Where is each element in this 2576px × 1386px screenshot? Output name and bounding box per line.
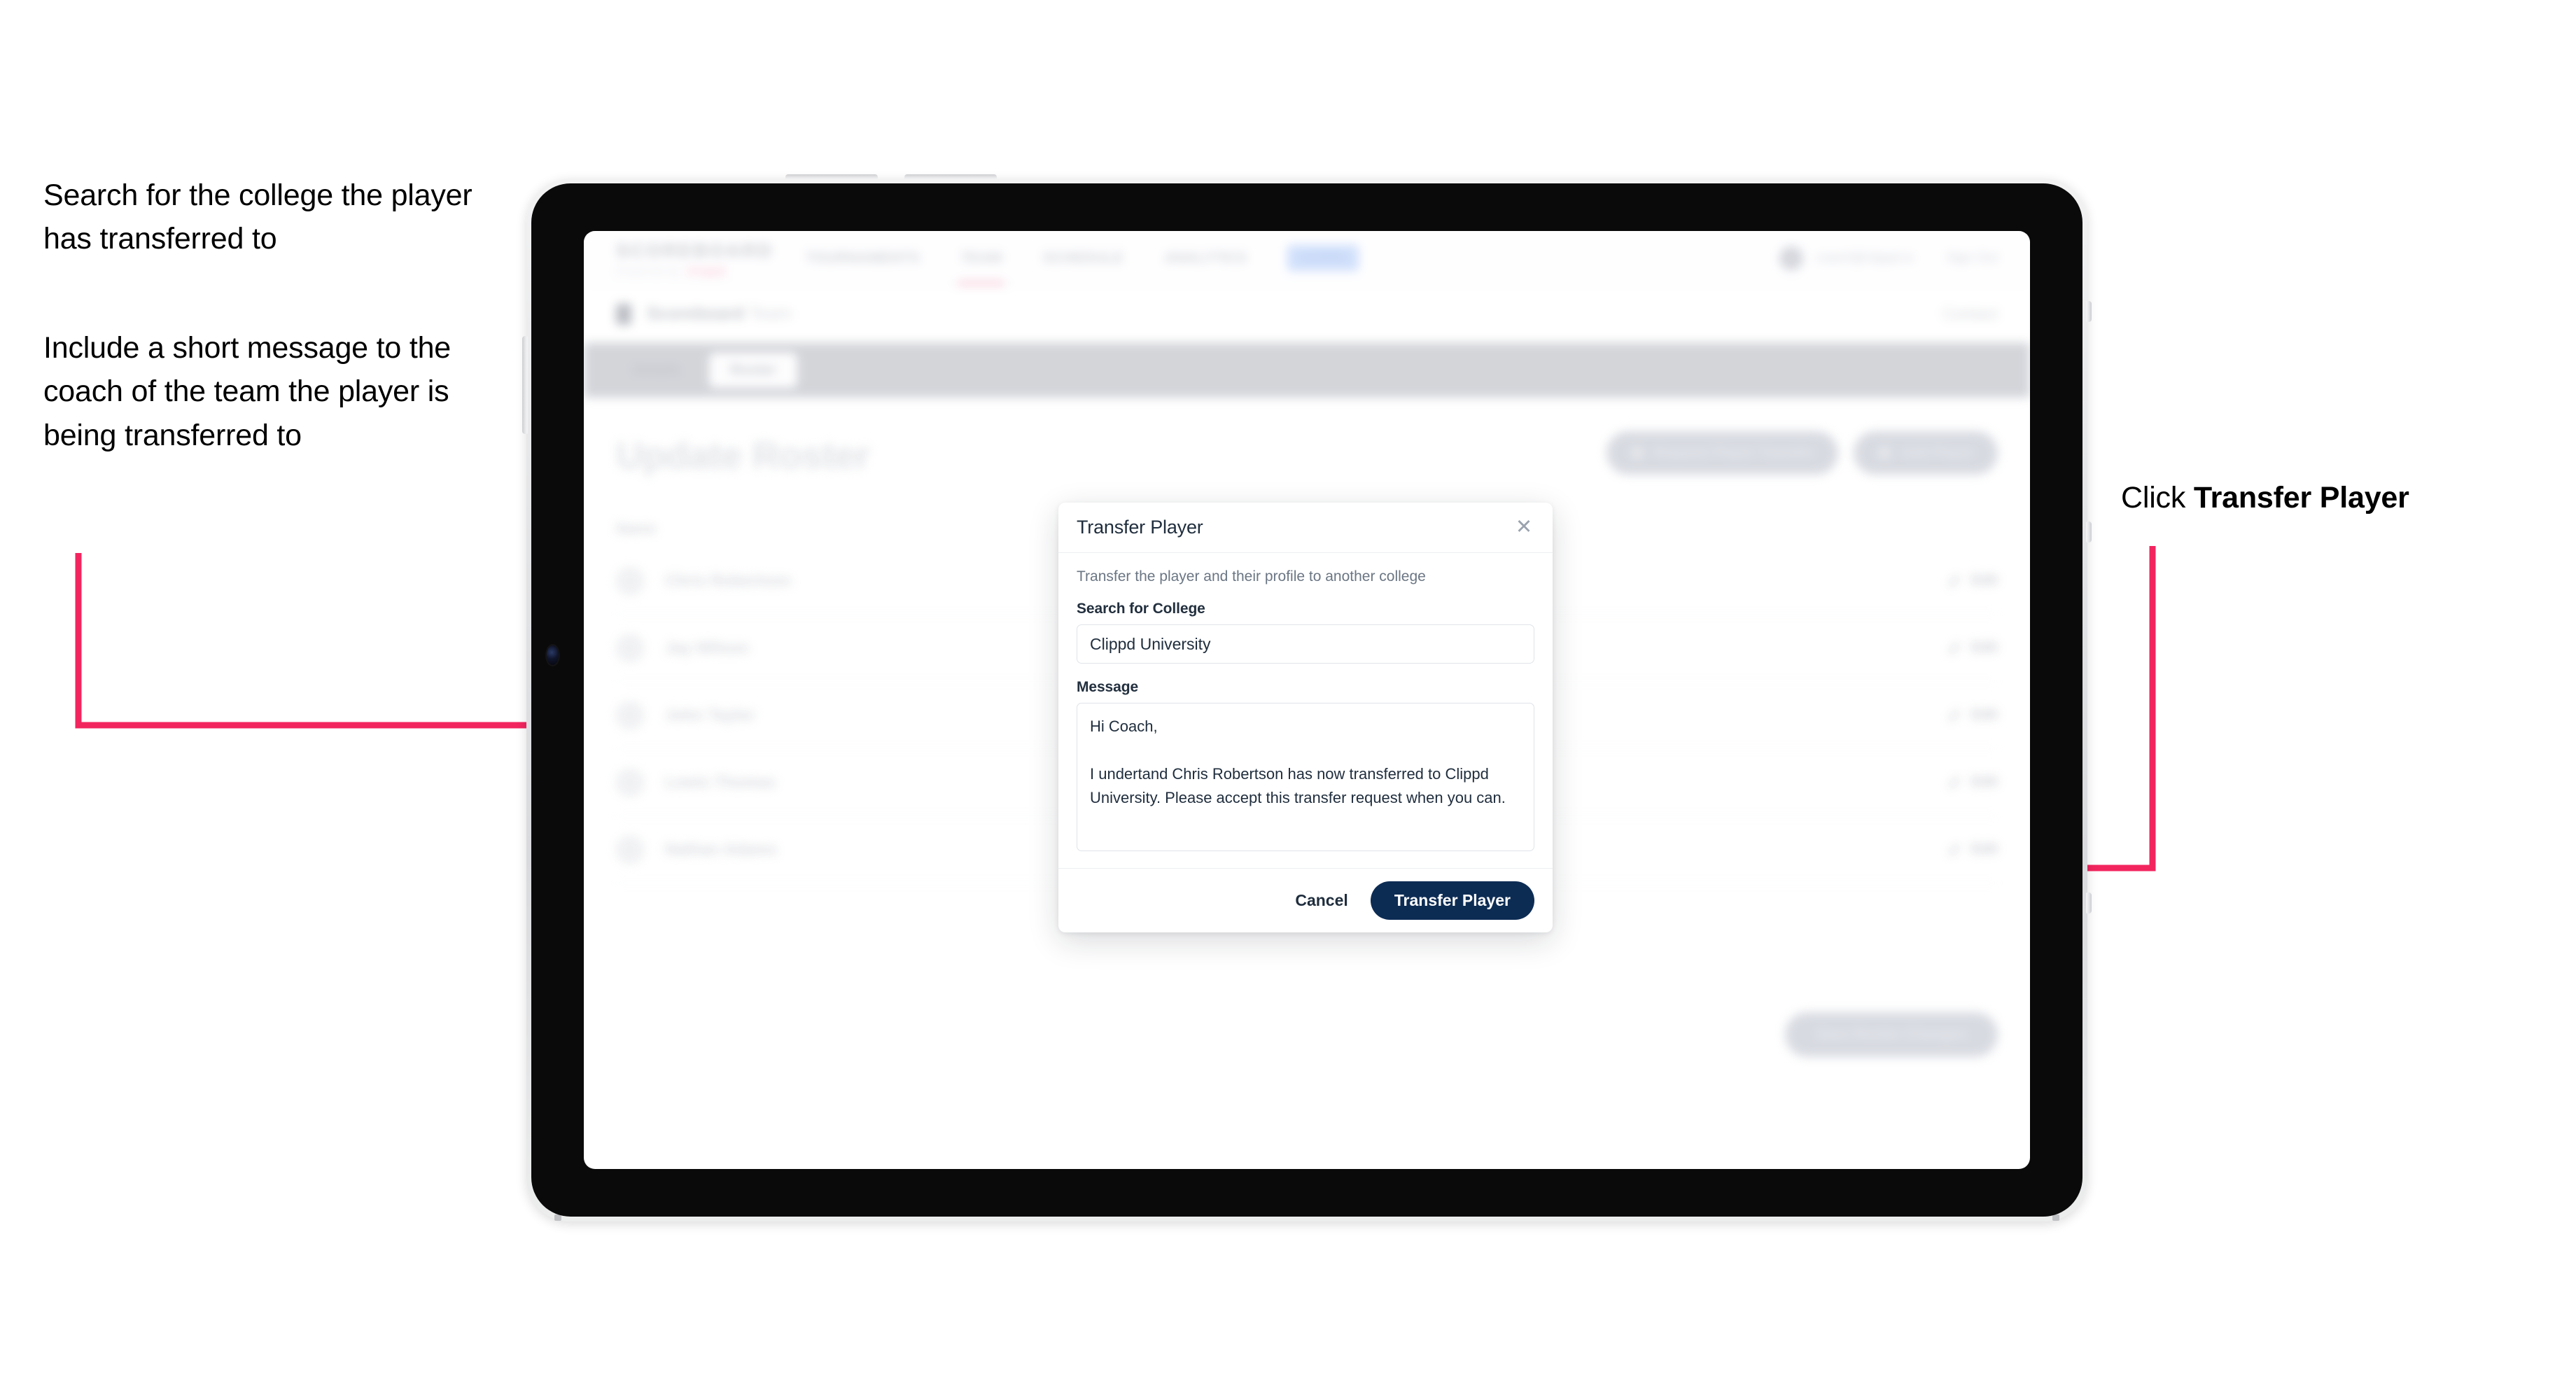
search-college-input[interactable]: Clippd University: [1077, 624, 1534, 664]
dialog-body: Transfer the player and their profile to…: [1058, 553, 1553, 868]
side-button-low[interactable]: [2086, 892, 2092, 913]
front-camera-icon: [547, 645, 559, 665]
volume-down-button[interactable]: [904, 174, 997, 180]
add-player-label: Add Player: [1900, 444, 1974, 461]
edit-button[interactable]: Edit: [1947, 573, 1998, 589]
annotation-right-prefix: Click: [2121, 481, 2194, 514]
pencil-icon: [1949, 709, 1961, 721]
edit-button[interactable]: Edit: [1947, 841, 1998, 858]
dialog-footer: Cancel Transfer Player: [1058, 868, 1553, 932]
avatar: [616, 566, 644, 595]
volume-up-button[interactable]: [785, 174, 878, 180]
plus-icon: [1877, 446, 1891, 460]
transfer-player-dialog: Transfer Player ✕ Transfer the player an…: [1058, 503, 1553, 932]
annotation-right-bold: Transfer Player: [2193, 481, 2409, 514]
avatar: [616, 701, 644, 729]
nav-item-tournaments[interactable]: TOURNAMENTS: [806, 250, 920, 267]
edit-label: Edit: [1971, 640, 1998, 655]
edit-label: Edit: [1971, 707, 1998, 722]
annotation-search-college: Search for the college the player has tr…: [43, 178, 472, 256]
message-textarea[interactable]: Hi Coach, I undertand Chris Robertson ha…: [1077, 703, 1534, 851]
main-nav: TOURNAMENTS TEAM SCHEDULE ANALYTICS ADMI…: [806, 245, 1359, 285]
pencil-icon: [1949, 844, 1961, 855]
save-roster-changes-button[interactable]: Save Roster Changes: [1785, 1012, 1998, 1057]
logo-brand: Clippd: [687, 265, 727, 276]
player-name: John Taylor: [665, 706, 755, 724]
dialog-subtitle: Transfer the player and their profile to…: [1077, 568, 1426, 584]
edit-button[interactable]: Edit: [1947, 640, 1998, 656]
side-button-top[interactable]: [2086, 301, 2092, 322]
college-field-label: Search for College: [1077, 601, 1205, 617]
header-user-area: coach@clippd.io Sign Out: [1779, 246, 1998, 270]
transfer-icon: [1630, 446, 1644, 460]
device-foot-right: [2052, 1214, 2059, 1221]
pencil-icon: [1949, 575, 1961, 587]
edit-label: Edit: [1971, 774, 1998, 790]
page-actions: Request Player Transfer Add Player: [1606, 431, 1998, 475]
nav-item-schedule[interactable]: SCHEDULE: [1042, 250, 1124, 267]
sign-out-link[interactable]: Sign Out: [1946, 251, 1998, 266]
annotation-click-transfer-player: Click Transfer Player: [2121, 476, 2541, 519]
pencil-icon: [1949, 642, 1961, 654]
app-header: SCOREBOARD Powered by Clippd TOURNAMENTS…: [584, 231, 2030, 286]
player-name: Jay Wilson: [665, 638, 749, 657]
power-button[interactable]: [522, 336, 528, 434]
nav-item-team[interactable]: TEAM: [957, 250, 1004, 285]
logo-subtitle: Powered by Clippd: [616, 265, 746, 276]
breadcrumb: Scoreboard Team Contact: [584, 286, 2030, 343]
breadcrumb-icon: [616, 303, 631, 325]
add-player-button[interactable]: Add Player: [1853, 431, 1998, 475]
request-player-transfer-button[interactable]: Request Player Transfer: [1606, 431, 1838, 475]
edit-label: Edit: [1971, 573, 1998, 588]
dialog-header: Transfer Player ✕: [1058, 503, 1553, 553]
player-name: Lewis Thomas: [665, 773, 776, 791]
breadcrumb-secondary: Team: [748, 304, 792, 323]
message-field-label: Message: [1077, 679, 1139, 695]
dialog-title: Transfer Player: [1077, 517, 1203, 538]
close-icon[interactable]: ✕: [1513, 517, 1534, 538]
logo-wordmark: SCOREBOARD: [616, 239, 774, 261]
side-button-mid[interactable]: [2086, 522, 2092, 542]
cancel-button[interactable]: Cancel: [1292, 884, 1350, 917]
edit-label: Edit: [1971, 841, 1998, 857]
edit-button[interactable]: Edit: [1947, 774, 1998, 790]
player-name: Chris Robertson: [665, 571, 792, 589]
breadcrumb-right-link[interactable]: Contact: [1942, 304, 1998, 323]
breadcrumb-text[interactable]: Scoreboard Team: [647, 304, 792, 324]
transfer-player-submit-button[interactable]: Transfer Player: [1370, 881, 1534, 920]
avatar[interactable]: [1779, 246, 1804, 270]
edit-button[interactable]: Edit: [1947, 707, 1998, 723]
annotation-include-message: Include a short message to the coach of …: [43, 331, 451, 452]
user-email: coach@clippd.io: [1816, 250, 1914, 265]
save-roster-wrap: Save Roster Changes: [1785, 1012, 1998, 1057]
nav-item-analytics[interactable]: ANALYTICS: [1164, 250, 1247, 267]
logo-powered-by: Powered by: [616, 265, 682, 276]
tab-details[interactable]: Details: [612, 353, 702, 388]
app-logo[interactable]: SCOREBOARD Powered by Clippd: [616, 239, 774, 276]
pencil-icon: [1949, 776, 1961, 788]
player-name: Nathan Adams: [665, 840, 778, 858]
nav-item-admin[interactable]: ADMIN: [1287, 245, 1359, 271]
avatar: [616, 634, 644, 662]
breadcrumb-primary: Scoreboard: [647, 304, 744, 323]
section-tabs: Details Roster: [584, 343, 2030, 398]
avatar: [616, 835, 644, 864]
tab-roster[interactable]: Roster: [708, 353, 798, 388]
avatar: [616, 768, 644, 797]
request-player-transfer-label: Request Player Transfer: [1653, 444, 1814, 461]
